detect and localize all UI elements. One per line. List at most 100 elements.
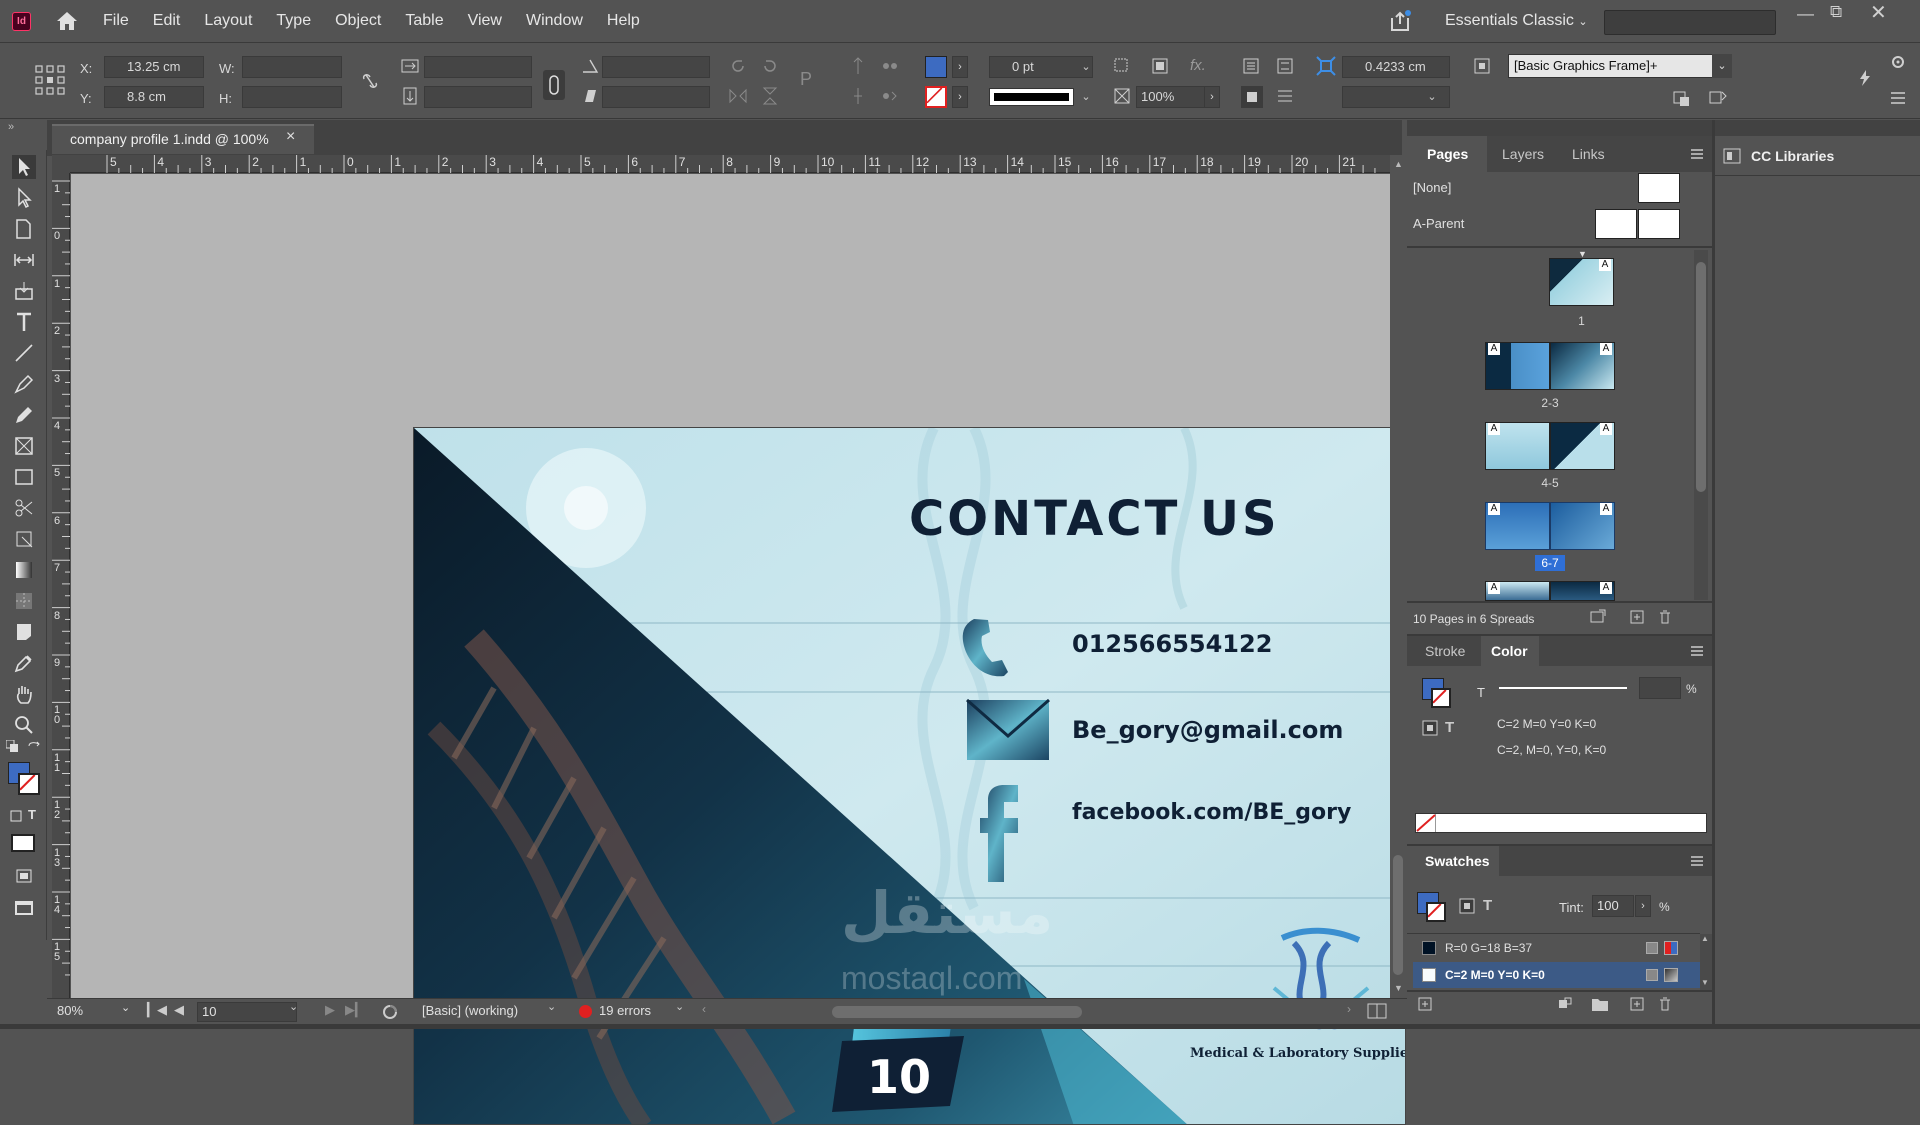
split-window-icon[interactable]: [1367, 1003, 1387, 1019]
rotate-ccw-icon[interactable]: [760, 56, 780, 76]
text-wrap-around-icon[interactable]: [1275, 86, 1295, 106]
frame-fitting-icon[interactable]: [1150, 56, 1170, 76]
cc-libraries-button[interactable]: CC Libraries: [1715, 136, 1920, 176]
preview-mode-icon[interactable]: [12, 896, 36, 920]
scroll-right-icon[interactable]: ›: [1347, 1002, 1351, 1016]
expand-tools-icon[interactable]: »: [8, 121, 14, 133]
tab-pages[interactable]: Pages: [1407, 136, 1487, 172]
stroke-swatch[interactable]: [925, 86, 947, 108]
vertical-ruler[interactable]: 101234567891 01 11 21 31 41 5: [52, 173, 70, 998]
scroll-thumb[interactable]: [1393, 855, 1403, 975]
page-thumb-2[interactable]: A: [1485, 342, 1550, 390]
selection-tool-icon[interactable]: [12, 155, 36, 179]
home-icon[interactable]: [55, 10, 79, 32]
panel-menu-icon[interactable]: [1690, 148, 1704, 160]
parent-a[interactable]: A-Parent: [1413, 216, 1464, 231]
chevron-down-icon[interactable]: ⌄: [1078, 56, 1094, 78]
chevron-down-icon[interactable]: ⌄: [1712, 54, 1732, 78]
parent-none-thumb[interactable]: [1638, 173, 1680, 203]
hamburger-menu-icon[interactable]: [1888, 88, 1908, 108]
stroke-color-icon[interactable]: [18, 773, 40, 795]
style-options-icon[interactable]: [1708, 88, 1728, 108]
swatch-row-0[interactable]: R=0 G=18 B=37: [1413, 935, 1700, 961]
scroll-down-icon[interactable]: ▼: [1701, 978, 1709, 987]
previous-page-icon[interactable]: ◀: [174, 1002, 184, 1018]
scroll-up-icon[interactable]: ▲: [1394, 159, 1403, 169]
page-thumb-5[interactable]: A: [1550, 422, 1615, 470]
shear-angle-icon[interactable]: [580, 86, 600, 106]
rotate-angle-icon[interactable]: [580, 56, 600, 76]
formatting-text-icon[interactable]: T: [1483, 897, 1492, 914]
gear-icon[interactable]: [1888, 52, 1908, 72]
restore-icon[interactable]: ⧉: [1830, 2, 1842, 22]
formatting-container-icon[interactable]: [10, 810, 22, 822]
preflight-profile[interactable]: [Basic] (working): [422, 1003, 518, 1018]
ruler-origin[interactable]: [52, 155, 70, 173]
formatting-container-icon[interactable]: [1422, 720, 1438, 736]
rectangle-frame-tool-icon[interactable]: [12, 434, 36, 458]
gap-tool-icon[interactable]: [12, 248, 36, 272]
page-thumb-7[interactable]: A: [1550, 502, 1615, 550]
page-tool-icon[interactable]: [12, 217, 36, 241]
search-input[interactable]: [1604, 10, 1776, 35]
menu-view[interactable]: View: [468, 12, 502, 30]
flip-horizontal-icon[interactable]: [728, 86, 748, 106]
select-content-icon[interactable]: [880, 56, 900, 76]
flip-vertical-icon[interactable]: [760, 86, 780, 106]
swatch-row-1-selected[interactable]: C=2 M=0 Y=0 K=0: [1413, 962, 1700, 988]
share-icon[interactable]: [1388, 10, 1412, 32]
color-stroke-icon[interactable]: [1431, 688, 1451, 708]
formatting-text-icon[interactable]: T: [28, 807, 36, 822]
rotate-cw-icon[interactable]: [728, 56, 748, 76]
document-tab[interactable]: company profile 1.indd @ 100% ×: [52, 124, 314, 154]
swatches-scrollbar[interactable]: ▲ ▼: [1700, 934, 1712, 990]
default-colors-icon[interactable]: [6, 740, 20, 754]
panel-menu-icon[interactable]: [1690, 855, 1704, 867]
close-icon[interactable]: ✕: [1870, 0, 1887, 25]
content-collector-icon[interactable]: [12, 279, 36, 303]
opacity-arrow-icon[interactable]: ›: [1204, 86, 1220, 108]
chevron-down-icon[interactable]: ⌄: [289, 1000, 298, 1013]
page-thumb-8[interactable]: A: [1485, 581, 1550, 601]
opacity-field[interactable]: 100%: [1136, 86, 1206, 108]
color-ramp[interactable]: [1415, 813, 1707, 833]
formatting-container-icon[interactable]: [1459, 898, 1475, 914]
scroll-down-icon[interactable]: ▼: [1394, 983, 1403, 993]
tab-layers[interactable]: Layers: [1502, 146, 1544, 162]
new-swatch-icon[interactable]: [1629, 996, 1645, 1012]
formatting-text-icon[interactable]: T: [1445, 719, 1454, 736]
none-swatch-icon[interactable]: [1416, 814, 1436, 832]
line-tool-icon[interactable]: [12, 341, 36, 365]
delete-swatch-icon[interactable]: [1657, 996, 1673, 1012]
select-previous-icon[interactable]: [848, 86, 868, 106]
object-style-dropdown[interactable]: [Basic Graphics Frame]+: [1508, 54, 1713, 78]
type-tool-icon[interactable]: [12, 310, 36, 334]
close-tab-icon[interactable]: ×: [286, 128, 295, 146]
preflight-icon[interactable]: [381, 1003, 399, 1021]
menu-table[interactable]: Table: [405, 12, 443, 30]
apply-none-icon[interactable]: [11, 834, 35, 852]
scroll-up-icon[interactable]: ▲: [1701, 934, 1709, 943]
y-field[interactable]: 8.8 cm: [104, 86, 204, 108]
tab-color[interactable]: Color: [1481, 636, 1539, 666]
tint-arrow-icon[interactable]: ›: [1635, 895, 1651, 917]
swatch-stroke-icon[interactable]: [1426, 902, 1446, 922]
w-field[interactable]: [242, 56, 342, 78]
menu-layout[interactable]: Layout: [204, 12, 252, 30]
h-field[interactable]: [242, 86, 342, 108]
scissors-tool-icon[interactable]: [12, 496, 36, 520]
pages-scrollbar[interactable]: [1694, 250, 1708, 600]
menu-file[interactable]: File: [103, 12, 129, 30]
rotation-field[interactable]: [602, 56, 710, 78]
page-thumb-9[interactable]: A: [1550, 581, 1615, 601]
pencil-tool-icon[interactable]: [12, 403, 36, 427]
horizontal-scroll-thumb[interactable]: [832, 1006, 1082, 1018]
text-wrap-icon[interactable]: [1241, 86, 1263, 108]
show-swatch-kinds-icon[interactable]: [1417, 996, 1433, 1012]
swap-colors-icon[interactable]: [27, 740, 41, 754]
eyedropper-tool-icon[interactable]: [12, 651, 36, 675]
page-thumb-6[interactable]: A: [1485, 502, 1550, 550]
page-number-field[interactable]: 10: [197, 1002, 297, 1022]
rectangle-tool-icon[interactable]: [12, 465, 36, 489]
minimize-icon[interactable]: —: [1797, 4, 1814, 24]
